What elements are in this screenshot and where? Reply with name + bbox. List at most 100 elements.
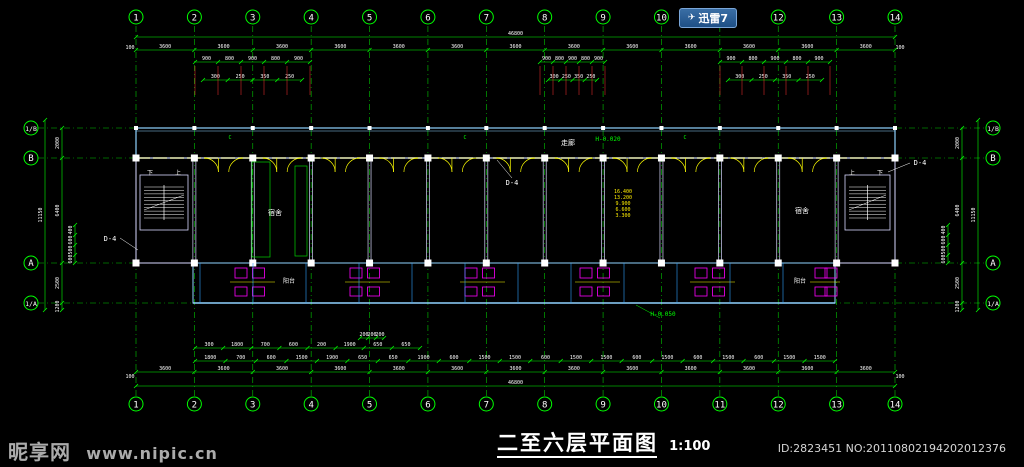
dim-overall-bottom-label: 46800 (508, 380, 523, 386)
column (599, 259, 607, 267)
column-small (601, 126, 606, 130)
dim-side-right-inner-label: 600 (941, 254, 947, 263)
axis-bubble-label: 4 (308, 14, 313, 24)
column (132, 259, 140, 267)
column (657, 259, 665, 267)
floor-plan-drawing: 46800100 1003600 3600 3600 3600 3600 3600 3600 3… (23, 9, 1001, 412)
column (716, 259, 724, 267)
column (307, 259, 315, 267)
column-small (776, 126, 781, 130)
axis-bubble-label: 14 (890, 401, 901, 411)
column (132, 154, 140, 162)
dim-sub-bottom-label: 1500 (479, 355, 491, 361)
column (190, 259, 198, 267)
dim-sub-bottom-2-label: 200 (317, 342, 326, 348)
door-arc (613, 157, 628, 173)
column-small (250, 126, 255, 130)
dim-sub-bottom-label: 600 (754, 355, 763, 361)
watermark-url: www.nipic.cn (86, 444, 218, 463)
dim-window-small-top-label: 350 (574, 74, 583, 80)
photo-id: ID:2823451 NO:20110802194202012376 (777, 442, 1006, 455)
column (891, 259, 899, 267)
column-small (834, 126, 839, 130)
sink-fixture (712, 286, 725, 297)
dim-side-right-inner-label: 600 (941, 235, 947, 244)
floor-level-label: 3.300 (615, 213, 630, 219)
axis-bubble-label: 10 (656, 14, 667, 24)
toilet-fixture (694, 267, 708, 279)
room-labels: 走廊宿舍 宿舍阳台 阳台D-4D-4D-4H-0.020H-0.050下上上下16.… (104, 135, 926, 319)
dim-bays-bottom-label: 3600 (568, 366, 580, 372)
dim-bays-top-label: 3600 (509, 44, 521, 50)
axis-bubbles: 112233445566778899101011111212131314141/… (23, 9, 1001, 412)
door-arc (729, 157, 745, 173)
dim-window-top-label: 900 (202, 56, 211, 62)
dim-bays-bottom-label: 3600 (218, 366, 230, 372)
corridor-outline (135, 127, 896, 159)
axis-bubble-label: 5 (367, 401, 372, 411)
axis-bubble-label: 13 (831, 14, 842, 24)
dim-window-small-top-label: 300 (550, 74, 559, 80)
axis-bubble-label: 14 (890, 14, 901, 24)
window-tag: C (463, 135, 466, 141)
column (190, 154, 198, 162)
dim-side-right-outer-label: 11150 (971, 207, 977, 222)
column-small (134, 126, 138, 130)
corridor-label: 走廊 (561, 138, 575, 147)
dim-sub-bottom-label: 1800 (204, 355, 216, 361)
sink-fixture (464, 286, 478, 297)
axis-bubble-label: 10 (656, 401, 667, 411)
dim-bays-top-label: 3600 (393, 44, 405, 50)
door-tag-left: D-4 (104, 235, 117, 243)
dim-sub-bottom-label: 1500 (296, 355, 308, 361)
column-small (367, 126, 372, 130)
axis-bubble-label: 12 (773, 14, 784, 24)
dim-window-top-label: 800 (581, 56, 590, 62)
door-tag-mid: D-4 (506, 179, 519, 187)
dim-window-small-top-label: 250 (806, 74, 815, 80)
dim-side-left-label: 6400 (55, 204, 61, 216)
door-arc (671, 157, 686, 173)
balcony-right-label: 阳台 (794, 277, 806, 285)
column (657, 154, 665, 162)
sink-fixture (252, 286, 265, 297)
door-arc (379, 157, 394, 173)
dim-edge-label: 100 (895, 374, 904, 380)
dim-sub-bottom-label: 1500 (509, 355, 521, 361)
sink-fixture (234, 286, 248, 297)
dim-window-top-label: 900 (770, 56, 779, 62)
dim-window-small-top-label: 350 (782, 74, 791, 80)
axis-bubble-label: 9 (600, 401, 605, 411)
dim-bays-top-label: 3600 (218, 44, 230, 50)
room-band-outline (135, 157, 896, 264)
column (599, 154, 607, 162)
dim-window-small-top-label: 250 (562, 74, 571, 80)
axis-bubble-label: 1/A (25, 300, 37, 308)
axis-bubble-label: A (990, 259, 996, 269)
door-arc (554, 157, 570, 173)
axis-bubble-label: 12 (773, 401, 784, 411)
column (366, 259, 374, 267)
dim-window-top-label: 800 (225, 56, 234, 62)
axis-bubble-label: 1 (133, 401, 138, 411)
axis-bubble-label: B (990, 154, 995, 164)
dim-bays-top-label: 3600 (685, 44, 697, 50)
sink-fixture (579, 286, 593, 297)
xunlei-badge[interactable]: ✈ 迅雷7 (679, 8, 737, 28)
axis-bubble-label: 6 (425, 14, 430, 24)
dim-window-top-label: 900 (294, 56, 303, 62)
column (424, 154, 432, 162)
column-small (659, 126, 664, 130)
watermark-logo: 昵享网 (8, 440, 71, 464)
column (774, 259, 782, 267)
dim-edge-label: 100 (125, 45, 134, 51)
dim-bays-top-label: 3600 (568, 44, 580, 50)
title-underline (497, 456, 657, 458)
dim-side-left-inner-label: 600 (68, 235, 74, 244)
stair-left-up: 上 (175, 169, 181, 177)
dim-bays-bottom-label: 3600 (685, 366, 697, 372)
toilet-fixture (349, 267, 363, 279)
axis-bubble-label: 7 (484, 14, 489, 24)
door-arc (753, 157, 769, 173)
column (482, 154, 490, 162)
